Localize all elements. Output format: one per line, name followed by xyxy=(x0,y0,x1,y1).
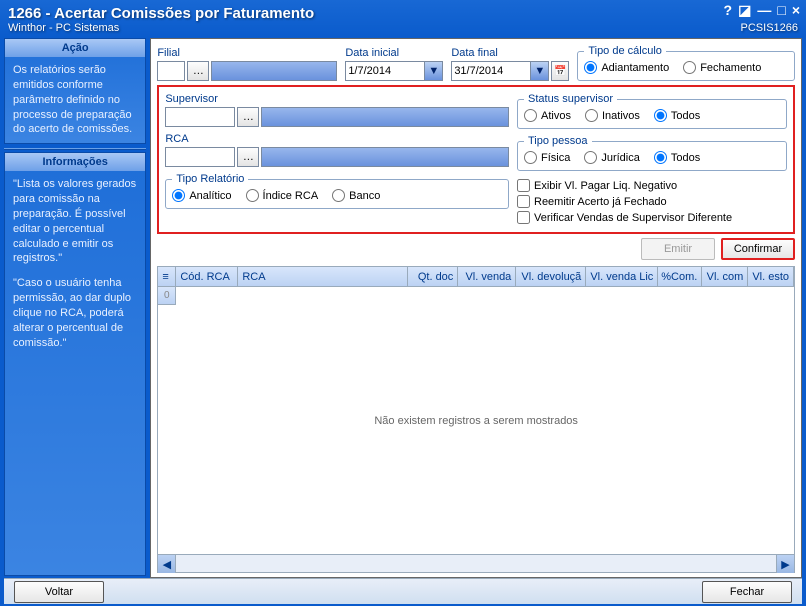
scroll-left-icon[interactable]: ◀ xyxy=(158,555,176,573)
supervisor-display xyxy=(261,107,509,127)
col-vl-venda-lic[interactable]: Vl. venda Lic xyxy=(586,267,658,286)
panel-acao-title: Ação xyxy=(5,39,145,57)
chk-reemitir[interactable]: Reemitir Acerto já Fechado xyxy=(517,195,787,208)
tipo-calculo-legend: Tipo de cálculo xyxy=(584,45,666,57)
data-inicial-label: Data inicial xyxy=(345,47,443,59)
grid-selector-col[interactable]: ≡ xyxy=(158,267,176,286)
sidebar-divider xyxy=(4,148,146,150)
status-supervisor-legend: Status supervisor xyxy=(524,93,617,105)
radio-analitico[interactable]: Analítico xyxy=(172,189,231,202)
rca-lookup-button[interactable]: … xyxy=(237,147,259,167)
supervisor-input[interactable] xyxy=(165,107,235,127)
grid-empty-text: Não existem registros a serem mostrados xyxy=(374,415,578,427)
scroll-right-icon[interactable]: ▶ xyxy=(776,555,794,573)
content-area: Filial … Data inicial ▼ Data final ▼ xyxy=(150,38,802,578)
help-icon[interactable]: ? xyxy=(724,2,733,19)
radio-indice[interactable]: Índice RCA xyxy=(246,189,319,202)
info-paragraph-2: "Caso o usuário tenha permissão, ao dar … xyxy=(13,276,137,350)
maximize-icon[interactable]: □ xyxy=(777,2,785,19)
grid-header: ≡ Cód. RCA RCA Qt. doc Vl. venda Vl. dev… xyxy=(158,267,794,287)
window-title: 1266 - Acertar Comissões por Faturamento xyxy=(8,5,798,22)
data-final-input[interactable] xyxy=(451,61,531,81)
radio-fechamento[interactable]: Fechamento xyxy=(683,61,761,74)
col-vl-com[interactable]: Vl. com xyxy=(702,267,748,286)
edit-icon[interactable]: ◪ xyxy=(738,2,751,19)
info-paragraph-1: "Lista os valores gerados para comissão … xyxy=(13,177,137,266)
grid-body: 0 Não existem registros a serem mostrado… xyxy=(158,287,794,554)
data-final-label: Data final xyxy=(451,47,569,59)
data-final-dropdown[interactable]: ▼ xyxy=(531,61,549,81)
filial-input[interactable] xyxy=(157,61,185,81)
data-inicial-input[interactable] xyxy=(345,61,425,81)
window-code: PCSIS1266 xyxy=(741,22,798,34)
close-icon[interactable]: × xyxy=(792,2,800,19)
rca-input[interactable] xyxy=(165,147,235,167)
window-subtitle: Winthor - PC Sistemas xyxy=(8,22,798,34)
fechar-button[interactable]: Fechar xyxy=(702,581,792,603)
panel-info-body: "Lista os valores gerados para comissão … xyxy=(5,171,145,356)
window-buttons: ? ◪ — □ × xyxy=(724,2,800,19)
data-inicial-dropdown[interactable]: ▼ xyxy=(425,61,443,81)
col-qt-doc[interactable]: Qt. doc xyxy=(408,267,458,286)
title-bar: 1266 - Acertar Comissões por Faturamento… xyxy=(0,0,806,38)
col-vl-venda[interactable]: Vl. venda xyxy=(458,267,516,286)
voltar-button[interactable]: Voltar xyxy=(14,581,104,603)
chk-verificar[interactable]: Verificar Vendas de Supervisor Diferente xyxy=(517,211,787,224)
col-pct-com[interactable]: %Com. xyxy=(658,267,702,286)
radio-banco[interactable]: Banco xyxy=(332,189,380,202)
tipo-relatorio-legend: Tipo Relatório xyxy=(172,173,248,185)
footer-bar: Voltar Fechar xyxy=(4,578,802,604)
radio-juridica[interactable]: Jurídica xyxy=(584,151,640,164)
radio-inativos[interactable]: Inativos xyxy=(585,109,640,122)
confirmar-button[interactable]: Confirmar xyxy=(721,238,795,260)
radio-tp-todos[interactable]: Todos xyxy=(654,151,700,164)
emitir-button: Emitir xyxy=(641,238,715,260)
col-cod-rca[interactable]: Cód. RCA xyxy=(176,267,238,286)
data-grid: ≡ Cód. RCA RCA Qt. doc Vl. venda Vl. dev… xyxy=(157,266,795,573)
radio-adiantamento[interactable]: Adiantamento xyxy=(584,61,669,74)
filial-display xyxy=(211,61,337,81)
col-rca[interactable]: RCA xyxy=(238,267,408,286)
filial-lookup-button[interactable]: … xyxy=(187,61,209,81)
panel-info-title: Informações xyxy=(5,153,145,171)
col-vl-devolucao[interactable]: Vl. devoluçã xyxy=(516,267,586,286)
radio-ss-todos[interactable]: Todos xyxy=(654,109,700,122)
supervisor-label: Supervisor xyxy=(165,93,509,105)
grid-row-indicator: 0 xyxy=(158,287,176,305)
minimize-icon[interactable]: — xyxy=(757,2,771,19)
chk-negativo[interactable]: Exibir Vl. Pagar Liq. Negativo xyxy=(517,179,787,192)
panel-acao-text: Os relatórios serão emitidos conforme pa… xyxy=(5,57,145,143)
filial-label: Filial xyxy=(157,47,337,59)
calendar-icon[interactable]: 📅 xyxy=(551,61,569,81)
tipo-pessoa-legend: Tipo pessoa xyxy=(524,135,592,147)
panel-info: Informações "Lista os valores gerados pa… xyxy=(4,152,146,576)
radio-ativos[interactable]: Ativos xyxy=(524,109,571,122)
filter-box: Supervisor … RCA … xyxy=(157,85,795,234)
radio-fisica[interactable]: Física xyxy=(524,151,570,164)
supervisor-lookup-button[interactable]: … xyxy=(237,107,259,127)
rca-label: RCA xyxy=(165,133,509,145)
sidebar: Ação Os relatórios serão emitidos confor… xyxy=(4,38,146,578)
rca-display xyxy=(261,147,509,167)
col-vl-esto[interactable]: Vl. esto xyxy=(748,267,794,286)
panel-acao: Ação Os relatórios serão emitidos confor… xyxy=(4,38,146,144)
grid-hscroll[interactable]: ◀ ▶ xyxy=(158,554,794,572)
